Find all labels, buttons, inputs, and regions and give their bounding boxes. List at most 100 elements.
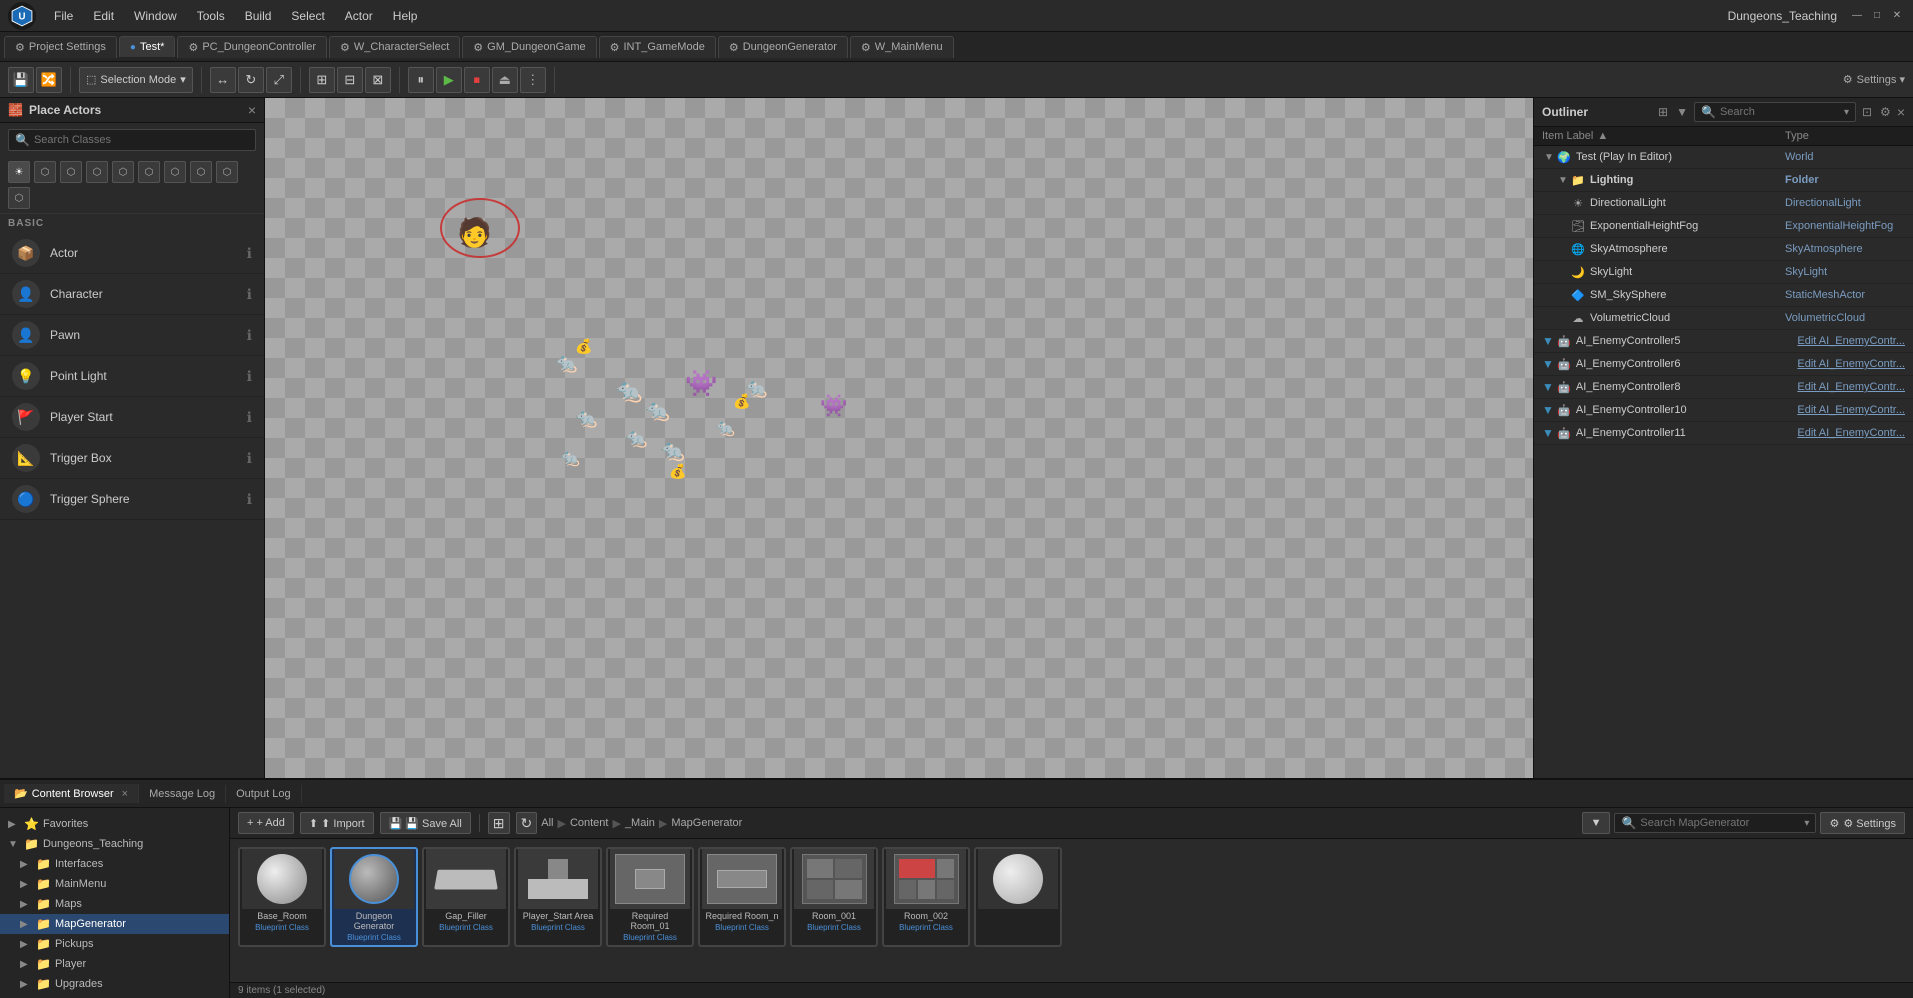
actor-info-pawn[interactable]: ℹ [247,327,252,344]
outliner-search-input[interactable] [1720,106,1840,118]
grid-btn[interactable]: ⊟ [337,67,363,93]
tree-item-upgrades[interactable]: ▶ 📁 Upgrades [0,974,229,994]
place-actors-close[interactable]: × [248,102,256,118]
menu-select[interactable]: Select [283,7,332,25]
scale-btn[interactable]: ⤢ [266,67,292,93]
expand-world-icon[interactable]: ▼ [1542,152,1556,163]
outliner-row-skysphere[interactable]: 🔷 SM_SkySphere StaticMeshActor [1534,284,1913,307]
content-item-reqroomn[interactable]: Required Room_n Blueprint Class [698,847,786,947]
filter-toggle-btn[interactable]: ▼ [1582,812,1611,834]
outliner-row-world[interactable]: ▼ 🌍 Test (Play In Editor) World [1534,146,1913,169]
rotate-btn[interactable]: ↻ [238,67,264,93]
actor-item-triggerbox[interactable]: 📐 Trigger Box ℹ [0,438,264,479]
enemy-3[interactable]: 🐀 [575,408,597,429]
filter-icon-8[interactable]: ⬡ [216,161,238,183]
filter-icon-0[interactable]: ☀ [8,161,30,183]
filter-icon-2[interactable]: ⬡ [60,161,82,183]
actor-info-pointlight[interactable]: ℹ [247,368,252,385]
selection-mode-dropdown[interactable]: ⬚ Selection Mode ▾ [79,67,193,93]
outliner-row-ai6[interactable]: ▼ 🤖 AI_EnemyController6 Edit AI_EnemyCon… [1534,353,1913,376]
enemy-boss[interactable]: 👾 [820,393,847,419]
close-button[interactable]: ✕ [1889,8,1905,24]
ai11-link[interactable]: Edit AI_EnemyContr... [1797,427,1905,439]
tab-gm[interactable]: ⚙ GM_DungeonGame [462,36,596,58]
ai5-link[interactable]: Edit AI_EnemyContr... [1797,335,1905,347]
outliner-view2-icon[interactable]: ⊡ [1860,103,1874,121]
enemy-8[interactable]: 🐀 [560,448,580,468]
enemy-2[interactable]: 🐀 [615,378,642,404]
player-character[interactable]: 🧑 [457,216,492,249]
content-item-room001[interactable]: Room_001 Blueprint Class [790,847,878,947]
enemy-5[interactable]: 👾 [685,368,717,399]
ai8-expand-icon[interactable]: ▼ [1542,380,1554,394]
outliner-close[interactable]: × [1897,104,1905,120]
minimize-button[interactable]: — [1849,8,1865,24]
outliner-row-ai10[interactable]: ▼ 🤖 AI_EnemyController10 Edit AI_EnemyCo… [1534,399,1913,422]
tab-pc-dungeon[interactable]: ⚙ PC_DungeonController [177,36,327,58]
tree-item-favorites[interactable]: ▶ ⭐ Favorites [0,814,229,834]
settings-right[interactable]: ⚙ Settings ▾ [1843,73,1905,86]
enemy-1[interactable]: 🐀 [555,353,577,374]
stop-btn[interactable]: ⏹ [464,67,490,93]
actor-item-character[interactable]: 👤 Character ℹ [0,274,264,315]
ai10-link[interactable]: Edit AI_EnemyContr... [1797,404,1905,416]
toggle-filter-btn[interactable]: ⊞ [488,812,510,834]
filter-icon-1[interactable]: ⬡ [34,161,56,183]
actor-item-triggersphere[interactable]: 🔵 Trigger Sphere ℹ [0,479,264,520]
content-item-playerstart[interactable]: Player_Start Area Blueprint Class [514,847,602,947]
ai11-expand-icon[interactable]: ▼ [1542,426,1554,440]
tab-dungeon-gen[interactable]: ⚙ DungeonGenerator [718,36,848,58]
add-button[interactable]: + + Add [238,812,294,834]
actor-item-pointlight[interactable]: 💡 Point Light ℹ [0,356,264,397]
outliner-row-dirlight[interactable]: ☀ DirectionalLight DirectionalLight [1534,192,1913,215]
content-browser-tab[interactable]: 📂 Content Browser × [4,784,139,803]
tree-item-pickups[interactable]: ▶ 📁 Pickups [0,934,229,954]
menu-build[interactable]: Build [237,7,280,25]
maximize-button[interactable]: □ [1869,8,1885,24]
filter-icon-4[interactable]: ⬡ [112,161,134,183]
actor-item-actor[interactable]: 📦 Actor ℹ [0,233,264,274]
source-control-btn[interactable]: 🔀 [36,67,62,93]
filter-icon-9[interactable]: ⬡ [8,187,30,209]
enemy-4[interactable]: 🐀 [645,398,670,423]
project-settings-tab[interactable]: ⚙ Project Settings [4,36,117,58]
enemy-6[interactable]: 🐀 [625,428,647,449]
filter-icon-3[interactable]: ⬡ [86,161,108,183]
tree-item-dungeons[interactable]: ▼ 📁 Dungeons_Teaching [0,834,229,854]
col-item-label[interactable]: Item Label ▲ [1542,130,1785,142]
outliner-row-skylight[interactable]: 🌙 SkyLight SkyLight [1534,261,1913,284]
tree-item-maps[interactable]: ▶ 📁 Maps [0,894,229,914]
save-btn[interactable]: 💾 [8,67,34,93]
menu-file[interactable]: File [46,7,81,25]
enemy-7[interactable]: 🐀 [660,438,685,463]
outliner-row-ai11[interactable]: ▼ 🤖 AI_EnemyController11 Edit AI_EnemyCo… [1534,422,1913,445]
save-all-button[interactable]: 💾 💾 Save All [380,812,471,834]
content-item-room002[interactable]: Room_002 Blueprint Class [882,847,970,947]
outliner-row-skyatmo[interactable]: 🌐 SkyAtmosphere SkyAtmosphere [1534,238,1913,261]
outliner-row-fog[interactable]: 🌫 ExponentialHeightFog ExponentialHeight… [1534,215,1913,238]
actor-item-playerstart[interactable]: 🚩 Player Start ℹ [0,397,264,438]
outliner-settings-icon[interactable]: ⚙ [1878,103,1893,121]
tab-test[interactable]: ● Test* [119,36,176,57]
outliner-row-volcloud[interactable]: ☁ VolumetricCloud VolumetricCloud [1534,307,1913,330]
menu-edit[interactable]: Edit [85,7,122,25]
pause-btn[interactable]: ⏸ [408,67,434,93]
ai6-link[interactable]: Edit AI_EnemyContr... [1797,358,1905,370]
ai8-link[interactable]: Edit AI_EnemyContr... [1797,381,1905,393]
import-button[interactable]: ⬆ ⬆ Import [300,812,374,834]
menu-window[interactable]: Window [126,7,185,25]
breadcrumb-mapgen[interactable]: MapGenerator [671,817,742,829]
actor-info-playerstart[interactable]: ℹ [247,409,252,426]
ai10-expand-icon[interactable]: ▼ [1542,403,1554,417]
tree-item-mapgenerator[interactable]: ▶ 📁 MapGenerator [0,914,229,934]
menu-tools[interactable]: Tools [189,7,233,25]
actor-item-pawn[interactable]: 👤 Pawn ℹ [0,315,264,356]
tab-w-char[interactable]: ⚙ W_CharacterSelect [329,36,460,58]
search-filter-icon[interactable]: ▾ [1804,818,1809,829]
filter-icon-5[interactable]: ⬡ [138,161,160,183]
refresh-btn[interactable]: ↻ [516,812,538,834]
actor-info-actor[interactable]: ℹ [247,245,252,262]
content-item-dungeongenerator[interactable]: Dungeon Generator Blueprint Class [330,847,418,947]
message-log-tab[interactable]: Message Log [139,785,226,803]
tab-int[interactable]: ⚙ INT_GameMode [599,36,716,58]
